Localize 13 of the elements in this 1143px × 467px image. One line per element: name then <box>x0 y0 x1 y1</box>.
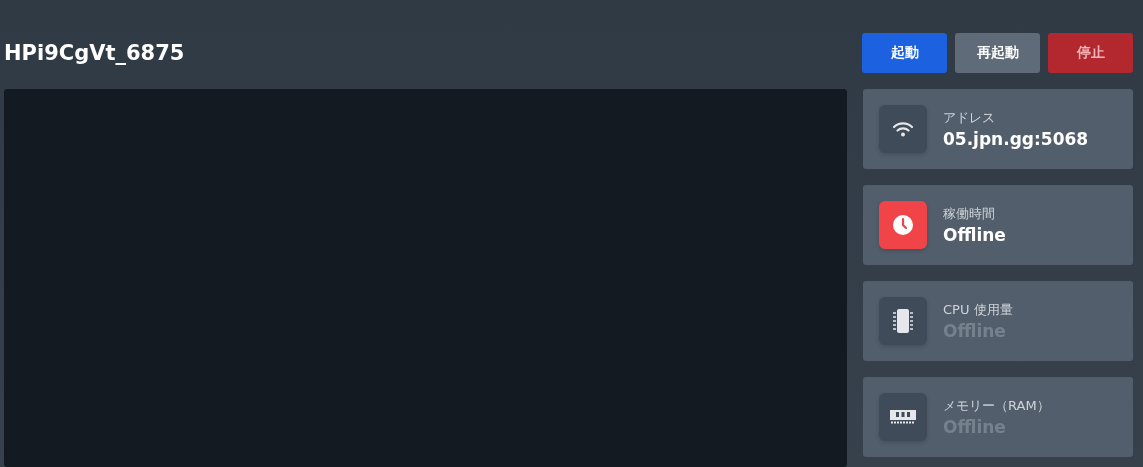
memory-icon <box>890 409 916 425</box>
stat-value: Offline <box>943 225 1006 245</box>
stat-label: メモリー（RAM） <box>943 397 1050 415</box>
stat-label: アドレス <box>943 109 996 127</box>
clock-icon <box>892 214 914 236</box>
server-name: HPi9CgVt_6875 <box>4 41 185 65</box>
start-button[interactable]: 起動 <box>862 33 947 73</box>
stat-label: 稼働時間 <box>943 205 996 223</box>
wifi-icon <box>892 120 914 138</box>
stat-label: CPU 使用量 <box>943 301 1013 319</box>
chip-icon <box>892 308 914 334</box>
stat-value: 05.jpn.gg:5068 <box>943 129 1089 149</box>
restart-button[interactable]: 再起動 <box>955 33 1040 73</box>
